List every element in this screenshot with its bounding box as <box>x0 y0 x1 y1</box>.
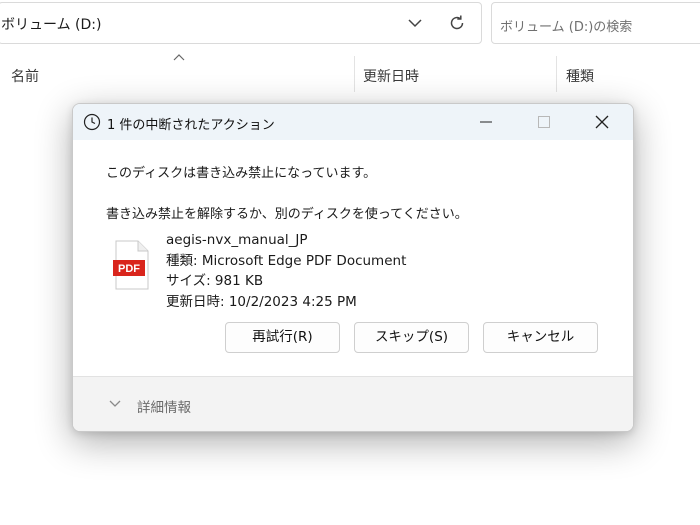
dialog-titlebar[interactable]: 1 件の中断されたアクション <box>73 104 633 140</box>
address-text: ボリューム (D:) <box>1 17 102 33</box>
dialog-title: 1 件の中断されたアクション <box>107 118 275 133</box>
column-date-modified[interactable]: 更新日時 <box>363 66 419 86</box>
pdf-file-icon: PDF <box>113 240 149 290</box>
maximize-icon <box>538 116 550 128</box>
minimize-button[interactable] <box>457 104 515 140</box>
search-input[interactable]: ボリューム (D:)の検索 <box>491 2 700 44</box>
cancel-button[interactable]: キャンセル <box>483 322 598 353</box>
write-protected-message: このディスクは書き込み禁止になっています。 <box>106 166 377 181</box>
chevron-down-icon[interactable] <box>407 15 423 31</box>
column-header: 名前 更新日時 種類 <box>0 50 700 95</box>
clock-icon <box>83 113 101 131</box>
more-details-label: 詳細情報 <box>137 400 191 416</box>
file-details: aegis-nvx_manual_JP 種類: Microsoft Edge P… <box>166 230 406 312</box>
retry-button[interactable]: 再試行(R) <box>225 322 340 353</box>
column-divider[interactable] <box>556 56 557 92</box>
close-icon <box>595 115 609 129</box>
column-divider[interactable] <box>354 56 355 92</box>
sort-ascending-icon <box>173 54 185 61</box>
column-name[interactable]: 名前 <box>11 66 39 86</box>
file-date-modified: 更新日時: 10/2/2023 4:25 PM <box>166 293 357 310</box>
chevron-down-icon <box>109 400 121 407</box>
close-button[interactable] <box>573 104 631 140</box>
address-bar[interactable]: ボリューム (D:) <box>0 2 482 44</box>
more-details-toggle[interactable]: 詳細情報 <box>73 376 633 431</box>
instruction-message: 書き込み禁止を解除するか、別のディスクを使ってください。 <box>106 207 468 222</box>
pdf-icon-label: PDF <box>118 263 140 275</box>
minimize-icon <box>480 121 492 123</box>
column-type[interactable]: 種類 <box>566 66 594 86</box>
file-size: サイズ: 981 KB <box>166 273 264 289</box>
dialog-content: このディスクは書き込み禁止になっています。 書き込み禁止を解除するか、別のディス… <box>73 140 633 372</box>
skip-button[interactable]: スキップ(S) <box>354 322 469 353</box>
refresh-icon[interactable] <box>448 14 466 32</box>
maximize-button[interactable] <box>515 104 573 140</box>
interrupted-action-dialog: 1 件の中断されたアクション このディスクは書き込み禁止になっています。 書き込… <box>72 103 634 432</box>
search-placeholder: ボリューム (D:)の検索 <box>500 20 633 35</box>
file-name: aegis-nvx_manual_JP <box>166 232 308 248</box>
file-type: 種類: Microsoft Edge PDF Document <box>166 252 407 269</box>
